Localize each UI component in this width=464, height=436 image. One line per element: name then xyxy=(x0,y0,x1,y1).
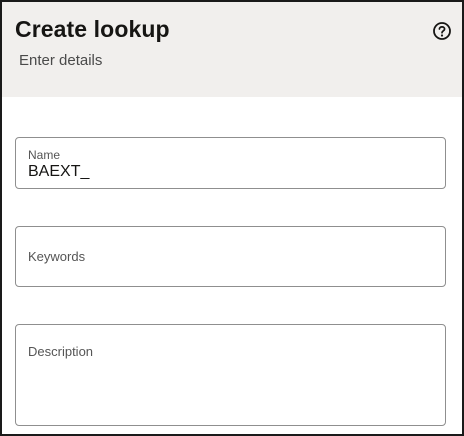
create-lookup-dialog: Create lookup Enter details Name BAEXT_ … xyxy=(0,0,464,436)
dialog-subtitle: Enter details xyxy=(19,52,103,69)
name-field[interactable]: Name BAEXT_ xyxy=(15,137,446,189)
name-value[interactable]: BAEXT_ xyxy=(28,163,89,181)
dialog-title: Create lookup xyxy=(15,16,170,42)
description-label: Description xyxy=(28,344,94,359)
keywords-label: Keywords xyxy=(28,249,86,264)
dialog-header: Create lookup Enter details xyxy=(2,2,462,97)
name-label: Name xyxy=(28,148,61,162)
description-field[interactable]: Description xyxy=(15,324,446,426)
help-icon[interactable] xyxy=(432,21,452,41)
keywords-field[interactable]: Keywords xyxy=(15,226,446,287)
